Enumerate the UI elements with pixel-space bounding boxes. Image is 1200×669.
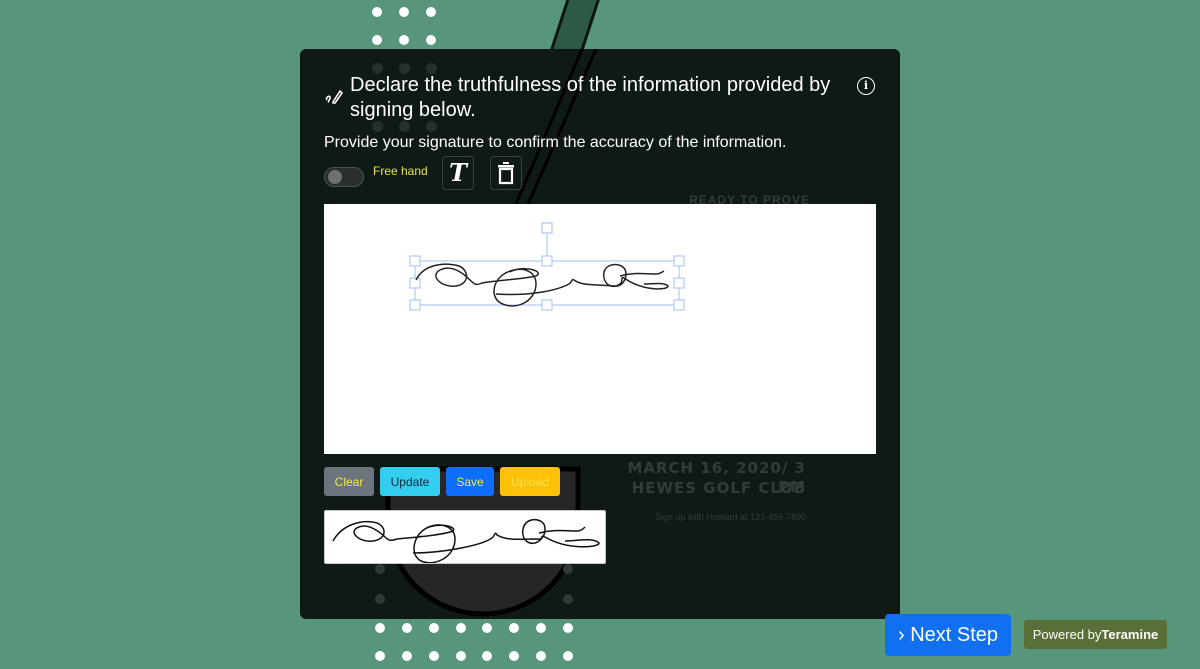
next-step-button[interactable]: › Next Step (885, 614, 1011, 656)
resize-handle (409, 299, 421, 311)
resize-handle (409, 255, 421, 267)
upload-button[interactable]: Upload (500, 467, 560, 496)
signature-card: READY TO PROVE MARCH 16, 2020/ 3 PM HEWE… (300, 49, 900, 619)
resize-handle (541, 255, 553, 267)
decor-dot (456, 651, 466, 661)
decor-dot (536, 651, 546, 661)
signature-preview-drawing (332, 518, 600, 564)
save-button[interactable]: Save (446, 467, 494, 496)
powered-by-badge[interactable]: Powered byTeramine (1024, 620, 1167, 649)
resize-handle (673, 277, 685, 289)
poster-signup: Sign up with Howard at 123-456-7890 (654, 512, 806, 522)
decor-dot (563, 623, 573, 633)
decor-dot (509, 651, 519, 661)
signature-canvas[interactable] (324, 204, 876, 454)
decor-dot (426, 35, 436, 45)
info-icon[interactable]: i (857, 77, 875, 95)
rotate-handle (541, 222, 553, 234)
decor-dot (402, 651, 412, 661)
decor-dot (375, 564, 385, 574)
resize-handle (673, 299, 685, 311)
next-step-label: Next Step (910, 624, 999, 646)
instructions-text: Provide your signature to confirm the ac… (324, 134, 787, 151)
decor-dot (563, 594, 573, 604)
decor-dot (375, 651, 385, 661)
delete-tool-button[interactable] (490, 156, 522, 190)
decor-dot (399, 7, 409, 17)
signature-drawing (409, 222, 685, 311)
signature-icon (324, 87, 344, 110)
decor-dot (372, 35, 382, 45)
signature-preview (324, 510, 606, 564)
decor-dot (375, 594, 385, 604)
powered-by-prefix: Powered by (1032, 627, 1102, 642)
decor-dot (536, 623, 546, 633)
signature-stroke (332, 518, 600, 564)
decor-dot (482, 651, 492, 661)
resize-handle (409, 277, 421, 289)
decor-dot (372, 7, 382, 17)
page-title: Declare the truthfulness of the informat… (350, 74, 831, 121)
decor-dot (375, 623, 385, 633)
resize-handle (541, 299, 553, 311)
toggle-knob (328, 170, 342, 184)
text-tool-button[interactable]: T (442, 156, 474, 190)
poster-event-venue: HEWES GOLF CLUB (631, 479, 806, 497)
powered-by-brand: Teramine (1101, 627, 1159, 642)
update-button[interactable]: Update (380, 467, 440, 496)
decor-dot (456, 623, 466, 633)
decor-dot (429, 651, 439, 661)
selection-box (409, 222, 685, 311)
decor-dot (482, 623, 492, 633)
resize-handle (673, 255, 685, 267)
trash-icon (498, 162, 514, 185)
decor-dot (399, 35, 409, 45)
decor-dot (426, 7, 436, 17)
decor-dot (402, 623, 412, 633)
free-hand-toggle[interactable] (324, 167, 364, 187)
chevron-right-icon: › (897, 624, 905, 646)
text-type-icon: T (449, 158, 467, 187)
free-hand-label: Free hand (373, 164, 428, 178)
decor-dot (509, 623, 519, 633)
decor-dot (563, 651, 573, 661)
decor-dot (563, 564, 573, 574)
decor-dot (429, 623, 439, 633)
clear-button[interactable]: Clear (324, 467, 374, 496)
